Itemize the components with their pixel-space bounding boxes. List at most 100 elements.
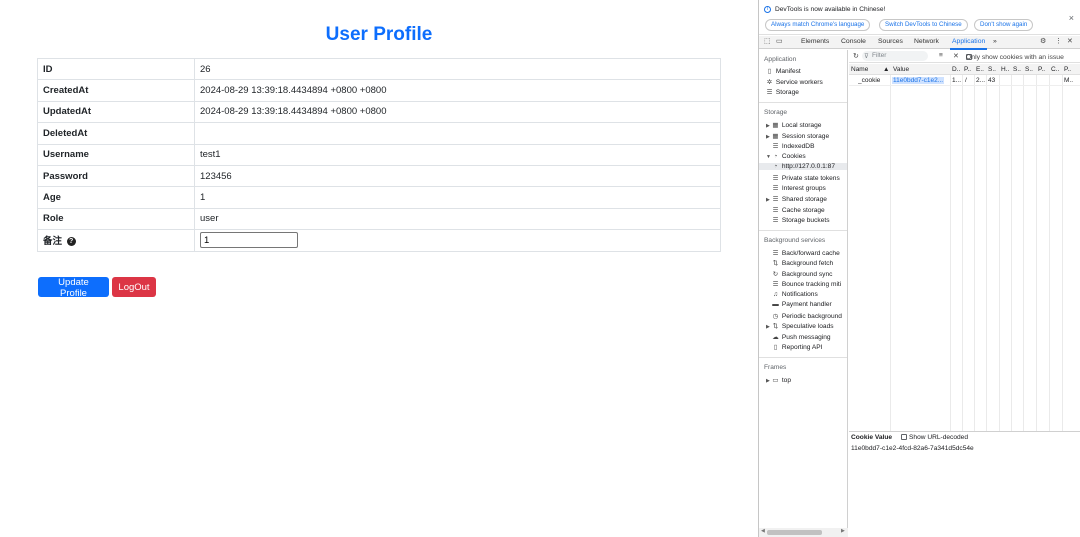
scrollbar-thumb[interactable]	[767, 530, 822, 535]
sidebar-item-label: Interest groups	[781, 185, 826, 192]
row-key: Role	[37, 207, 195, 231]
cookie-path: /	[965, 77, 967, 84]
sidebar-item-label: top	[781, 377, 792, 384]
column-header-priority[interactable]: P..	[1064, 66, 1071, 73]
scroll-right-icon[interactable]: ▶	[841, 528, 845, 534]
sidebar-item-reporting-api[interactable]: ▯ Reporting API	[771, 343, 823, 351]
column-header-name[interactable]: Name	[851, 66, 868, 73]
sidebar-item-storage[interactable]: ☰ Storage	[765, 88, 799, 96]
sidebar-item-local-storage[interactable]: ▶ ▦ Local storage	[766, 121, 821, 129]
cookie-priority: M..	[1064, 77, 1074, 84]
dont-show-again-button[interactable]: Don't show again	[974, 19, 1034, 31]
column-header-expires[interactable]: E..	[976, 66, 984, 73]
close-devtools-icon[interactable]: ✕	[1067, 37, 1073, 45]
sidebar-item-private-state-tokens[interactable]: ☰ Private state tokens	[771, 174, 840, 182]
sidebar-head-application: Application	[764, 56, 797, 63]
sidebar-item-payment-handler[interactable]: ▬ Payment handler	[771, 301, 831, 308]
sidebar-item-label: Periodic background	[781, 313, 842, 320]
delete-cookie-icon[interactable]: ✕	[953, 52, 959, 60]
column-header-size[interactable]: S..	[988, 66, 996, 73]
table-row: Age 1	[37, 186, 721, 209]
close-icon[interactable]: ×	[1069, 13, 1074, 23]
application-sidebar: Application ▯ Manifest ✲ Service workers…	[759, 50, 848, 528]
column-header-path[interactable]: P..	[964, 66, 971, 73]
grid-icon: ▦	[772, 133, 779, 140]
sidebar-item-bounce-tracking[interactable]: ☰ Bounce tracking miti	[771, 280, 842, 288]
divider	[759, 357, 847, 358]
sidebar-item-cookie-origin[interactable]: ◔ http://127.0.0.1:87	[759, 163, 847, 170]
column-header-partition-key[interactable]: P..	[1038, 66, 1045, 73]
sidebar-item-label: Bounce tracking miti	[781, 281, 842, 288]
only-issue-label: Only show cookies with an issue	[966, 54, 1064, 61]
sidebar-item-interest-groups[interactable]: ☰ Interest groups	[771, 184, 826, 192]
sidebar-item-service-workers[interactable]: ✲ Service workers	[765, 78, 823, 86]
database-icon: ☰	[772, 281, 779, 288]
up-down-arrows-icon: ⇅	[772, 323, 779, 330]
sidebar-item-cookies[interactable]: ▼ ◔ Cookies	[766, 153, 806, 160]
table-row[interactable]: _cookie 11e0bdd7-c1e2... 1... / 2... 43 …	[849, 75, 1080, 86]
database-icon: ☰	[766, 89, 773, 96]
remark-input[interactable]	[200, 232, 298, 249]
cookie-domain: 1...	[952, 77, 962, 84]
tab-console[interactable]: Console	[841, 38, 866, 45]
clock-icon: ◷	[772, 313, 779, 320]
sidebar-item-label: Push messaging	[781, 334, 831, 341]
tab-sources[interactable]: Sources	[878, 38, 903, 45]
column-header-secure[interactable]: S..	[1013, 66, 1021, 73]
database-icon: ☰	[772, 250, 779, 257]
sidebar-item-background-fetch[interactable]: ⇅ Background fetch	[771, 259, 833, 267]
sidebar-item-storage-buckets[interactable]: ☰ Storage buckets	[771, 216, 830, 224]
column-header-samesite[interactable]: S..	[1025, 66, 1033, 73]
sidebar-item-periodic-background[interactable]: ◷ Periodic background	[771, 312, 842, 320]
more-tabs-button[interactable]: »	[993, 38, 997, 45]
sidebar-item-label: Private state tokens	[781, 175, 840, 182]
inspect-element-icon[interactable]: ⬚	[764, 37, 771, 45]
up-down-arrows-icon: ⇅	[772, 260, 779, 267]
row-key: CreatedAt	[37, 79, 195, 102]
gear-icon[interactable]: ⚙	[1040, 37, 1046, 45]
logout-button[interactable]: LogOut	[112, 277, 156, 297]
sidebar-item-notifications[interactable]: ♫ Notifications	[771, 291, 818, 298]
sidebar-item-label: Service workers	[775, 79, 823, 86]
sidebar-item-manifest[interactable]: ▯ Manifest	[765, 67, 801, 75]
sidebar-horizontal-scrollbar[interactable]: ◀ ▶	[759, 528, 848, 537]
column-header-cross-site[interactable]: C..	[1051, 66, 1059, 73]
tab-elements[interactable]: Elements	[801, 38, 829, 45]
sidebar-item-speculative-loads[interactable]: ▶ ⇅ Speculative loads	[766, 322, 834, 330]
sync-icon: ↻	[772, 271, 779, 278]
update-profile-button[interactable]: Update Profile	[38, 277, 109, 299]
devtools-panel: i DevTools is now available in Chinese! …	[758, 0, 1080, 537]
sidebar-item-indexeddb[interactable]: ☰ IndexedDB	[771, 142, 815, 150]
column-divider	[986, 64, 987, 431]
file-icon: ▯	[773, 344, 778, 351]
cookie-name: _cookie	[858, 77, 881, 84]
url-decoded-checkbox[interactable]: Show URL-decoded	[901, 434, 968, 441]
column-header-httponly[interactable]: H..	[1001, 66, 1009, 73]
refresh-icon[interactable]: ↻	[853, 52, 859, 60]
filter-input[interactable]: ⊽ Filter	[862, 51, 928, 61]
table-row: DeletedAt	[37, 122, 721, 145]
sidebar-item-push-messaging[interactable]: ☁ Push messaging	[771, 333, 831, 341]
device-toolbar-icon[interactable]: ▭	[776, 37, 783, 45]
tab-network[interactable]: Network	[914, 38, 939, 45]
sidebar-item-session-storage[interactable]: ▶ ▦ Session storage	[766, 132, 829, 140]
clear-filtered-icon[interactable]: ≡	[939, 52, 943, 59]
column-header-domain[interactable]: D..	[952, 66, 960, 73]
kebab-menu-icon[interactable]: ⋮	[1055, 37, 1062, 45]
always-match-language-button[interactable]: Always match Chrome's language	[765, 19, 871, 31]
sidebar-item-label: Notifications	[781, 291, 818, 298]
sidebar-item-shared-storage[interactable]: ▶ ☰ Shared storage	[766, 195, 827, 203]
switch-to-chinese-button[interactable]: Switch DevTools to Chinese	[879, 19, 968, 31]
column-divider	[999, 64, 1000, 431]
sidebar-item-cache-storage[interactable]: ☰ Cache storage	[771, 206, 825, 214]
filter-placeholder: Filter	[872, 52, 887, 59]
sidebar-item-background-sync[interactable]: ↻ Background sync	[771, 270, 833, 278]
column-header-value[interactable]: Value	[893, 66, 909, 73]
row-value: 2024-08-29 13:39:18.4434894 +0800 +0800	[194, 79, 721, 102]
column-divider	[962, 64, 963, 431]
sidebar-item-frame-top[interactable]: ▶ ▭ top	[766, 376, 791, 384]
tab-application[interactable]: Application	[949, 38, 988, 50]
sidebar-item-back-forward-cache[interactable]: ☰ Back/forward cache	[771, 249, 840, 257]
help-icon[interactable]: ?	[66, 237, 76, 247]
scroll-left-icon[interactable]: ◀	[761, 528, 765, 534]
